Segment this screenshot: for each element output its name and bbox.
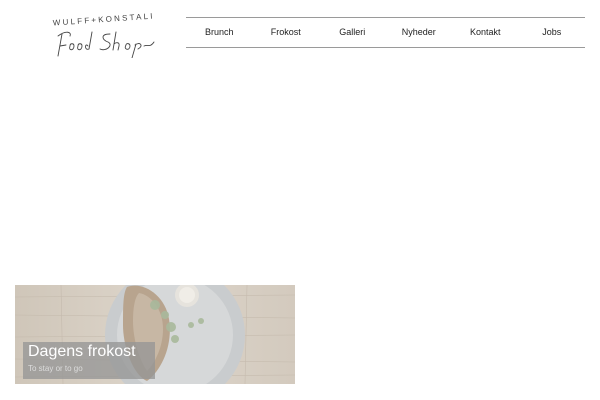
nav-item-frokost[interactable]: Frokost xyxy=(253,18,320,47)
brand-logo[interactable]: WULFF+KONSTALI xyxy=(36,8,166,58)
page: WULFF+KONSTALI Brunch Frokost Galleri Ny… xyxy=(0,0,600,400)
lunch-caption: Dagens frokost To stay or to go xyxy=(23,342,155,379)
nav-item-kontakt[interactable]: Kontakt xyxy=(452,18,519,47)
logo-script xyxy=(57,31,155,58)
nav-item-jobs[interactable]: Jobs xyxy=(519,18,586,47)
lunch-card[interactable]: Dagens frokost To stay or to go xyxy=(15,285,295,384)
main-navigation: Brunch Frokost Galleri Nyheder Kontakt J… xyxy=(186,17,585,48)
lunch-subtitle: To stay or to go xyxy=(28,364,83,373)
lunch-title: Dagens frokost xyxy=(28,343,136,360)
nav-item-nyheder[interactable]: Nyheder xyxy=(386,18,453,47)
nav-item-brunch[interactable]: Brunch xyxy=(186,18,253,47)
nav-item-galleri[interactable]: Galleri xyxy=(319,18,386,47)
